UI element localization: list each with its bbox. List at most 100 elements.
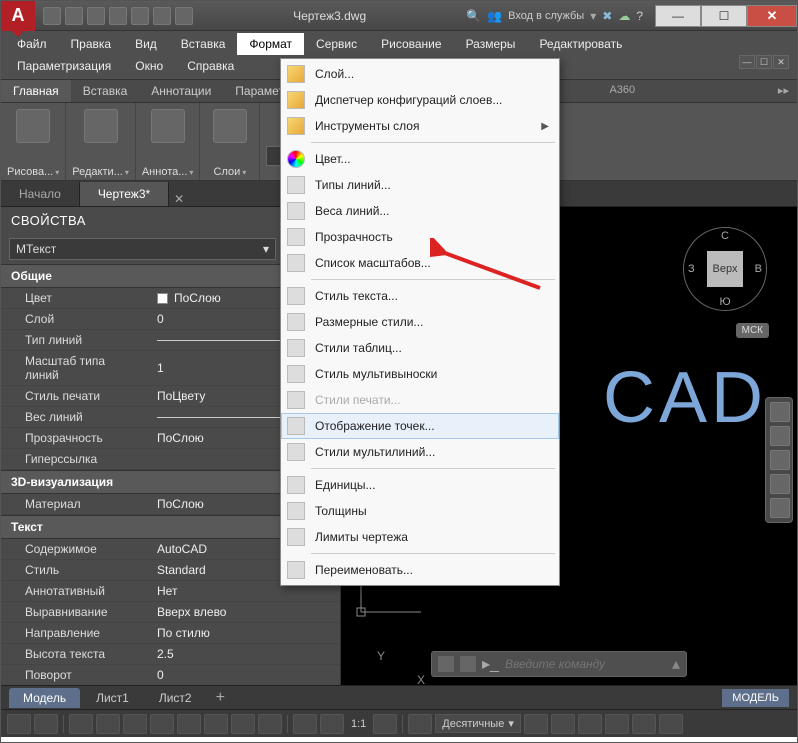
object-type-select[interactable]: МТекст▾ (9, 238, 276, 260)
people-icon[interactable]: 👥 (487, 9, 502, 23)
property-value[interactable]: Вверх влево (151, 602, 340, 622)
menu-item--[interactable]: Слой... (281, 61, 559, 87)
menu-item--[interactable]: Прозрачность (281, 224, 559, 250)
doc-tab[interactable]: Чертеж3* (80, 182, 169, 206)
clean-screen-icon[interactable] (632, 714, 656, 734)
viewcube-top-face[interactable]: Верх (707, 251, 743, 287)
menu-параметризация[interactable]: Параметризация (5, 55, 123, 77)
nav-showmotion-icon[interactable] (770, 498, 790, 518)
customize-status-icon[interactable] (659, 714, 683, 734)
ribbon-panel-label[interactable]: Слои (214, 166, 247, 178)
menu-item--[interactable]: Единицы... (281, 472, 559, 498)
menu-вставка[interactable]: Вставка (169, 33, 238, 55)
qat-undo-icon[interactable] (153, 7, 171, 25)
qat-redo-icon[interactable] (175, 7, 193, 25)
menu-редактировать[interactable]: Редактировать (527, 33, 634, 55)
snap-toggle-icon[interactable] (34, 714, 58, 734)
layout-tab[interactable]: Лист1 (82, 688, 143, 708)
menu-item--[interactable]: Список масштабов... (281, 250, 559, 276)
viewcube-north[interactable]: С (721, 230, 729, 242)
menu-item--[interactable]: Цвет... (281, 146, 559, 172)
property-value[interactable]: 2.5 (151, 644, 340, 664)
doc-tab-close-icon[interactable]: ✕ (169, 192, 189, 206)
wcs-badge[interactable]: МСК (736, 323, 769, 338)
menu-item--[interactable]: Типы линий... (281, 172, 559, 198)
cycling-icon[interactable] (293, 714, 317, 734)
menu-item--[interactable]: Инструменты слоя▶ (281, 113, 559, 139)
maximize-button[interactable] (701, 5, 747, 27)
menu-item--[interactable]: Стиль текста... (281, 283, 559, 309)
ribbon-panel-icon[interactable] (84, 109, 118, 143)
help-icon[interactable]: ? (636, 9, 643, 23)
annomonitor-icon[interactable] (320, 714, 344, 734)
modelspace-toggle[interactable]: МОДЕЛЬ (722, 689, 789, 707)
hardware-accel-icon[interactable] (605, 714, 629, 734)
cloud-icon[interactable]: ☁ (618, 9, 630, 23)
menu-item--[interactable]: Отображение точек... (281, 413, 559, 439)
doc-tab[interactable]: Начало (1, 182, 80, 206)
annoscale-icon[interactable] (373, 714, 397, 734)
property-row[interactable]: Поворот0 (1, 665, 340, 685)
menu-формат[interactable]: Формат (237, 33, 304, 55)
lineweight-toggle-icon[interactable] (231, 714, 255, 734)
property-row[interactable]: ВыравниваниеВверх влево (1, 602, 340, 623)
mdi-close-button[interactable]: ✕ (773, 55, 789, 69)
nav-pan-icon[interactable] (770, 426, 790, 446)
ribbon-panel-label[interactable]: Аннота... (142, 166, 194, 178)
nav-zoom-icon[interactable] (770, 450, 790, 470)
qat-saveas-icon[interactable] (109, 7, 127, 25)
units-dropdown[interactable]: Десятичные▾ (435, 714, 521, 733)
search-icon[interactable]: 🔍 (466, 9, 481, 23)
drawing-text-object[interactable]: CAD (603, 357, 767, 439)
qat-new-icon[interactable] (43, 7, 61, 25)
menu-окно[interactable]: Окно (123, 55, 175, 77)
osnap-toggle-icon[interactable] (123, 714, 147, 734)
viewcube-west[interactable]: З (688, 263, 695, 275)
menu-item--[interactable]: Стиль мультивыноски (281, 361, 559, 387)
3dosnap-toggle-icon[interactable] (150, 714, 174, 734)
menu-item--[interactable]: Стили печати... (281, 387, 559, 413)
ribbon-panel-label[interactable]: Рисова... (7, 166, 59, 178)
menu-item--[interactable]: Стили таблиц... (281, 335, 559, 361)
add-layout-button[interactable]: + (208, 689, 233, 707)
ribbon-tab-главная[interactable]: Главная (1, 80, 71, 102)
ribbon-panel-icon[interactable] (151, 109, 185, 143)
exchange-icon[interactable]: ✖ (602, 9, 612, 23)
property-value[interactable]: По стилю (151, 623, 340, 643)
app-menu-button[interactable]: A (1, 1, 35, 31)
signin-link[interactable]: Вход в службы (508, 10, 584, 22)
menu-справка[interactable]: Справка (175, 55, 246, 77)
isolate-icon[interactable] (578, 714, 602, 734)
ribbon-tab-аннотации[interactable]: Аннотации (139, 80, 223, 102)
ribbon-panel-label[interactable]: Редакти... (72, 166, 129, 178)
menu-размеры[interactable]: Размеры (454, 33, 528, 55)
command-line[interactable]: ▸_ ▴ (431, 651, 687, 677)
grid-toggle-icon[interactable] (7, 714, 31, 734)
menu-рисование[interactable]: Рисование (369, 33, 453, 55)
menu-item--[interactable]: Лимиты чертежа (281, 524, 559, 550)
otrack-toggle-icon[interactable] (177, 714, 201, 734)
qat-save-icon[interactable] (87, 7, 105, 25)
menu-item--[interactable]: Толщины (281, 498, 559, 524)
viewcube[interactable]: С Ю В З Верх (683, 227, 767, 311)
ribbon-panel-icon[interactable] (213, 109, 247, 143)
ribbon-tab-вставка[interactable]: Вставка (71, 80, 140, 102)
command-input[interactable] (505, 657, 666, 671)
nav-wheel-icon[interactable] (770, 402, 790, 422)
property-row[interactable]: НаправлениеПо стилю (1, 623, 340, 644)
menu-item--[interactable]: Диспетчер конфигураций слоев... (281, 87, 559, 113)
qat-open-icon[interactable] (65, 7, 83, 25)
menu-item--[interactable]: Размерные стили... (281, 309, 559, 335)
command-history-icon[interactable] (438, 656, 454, 672)
viewcube-south[interactable]: Ю (719, 296, 730, 308)
layout-tab[interactable]: Модель (9, 688, 80, 708)
menu-правка[interactable]: Правка (59, 33, 124, 55)
nav-orbit-icon[interactable] (770, 474, 790, 494)
layout-tab[interactable]: Лист2 (145, 688, 206, 708)
ribbon-panel-icon[interactable] (16, 109, 50, 143)
workspace-icon[interactable] (408, 714, 432, 734)
lock-ui-icon[interactable] (551, 714, 575, 734)
ribbon-tab-extra[interactable]: ▸▸ (770, 80, 797, 102)
polar-toggle-icon[interactable] (96, 714, 120, 734)
ribbon-tab-extra[interactable]: A360 (601, 80, 643, 102)
